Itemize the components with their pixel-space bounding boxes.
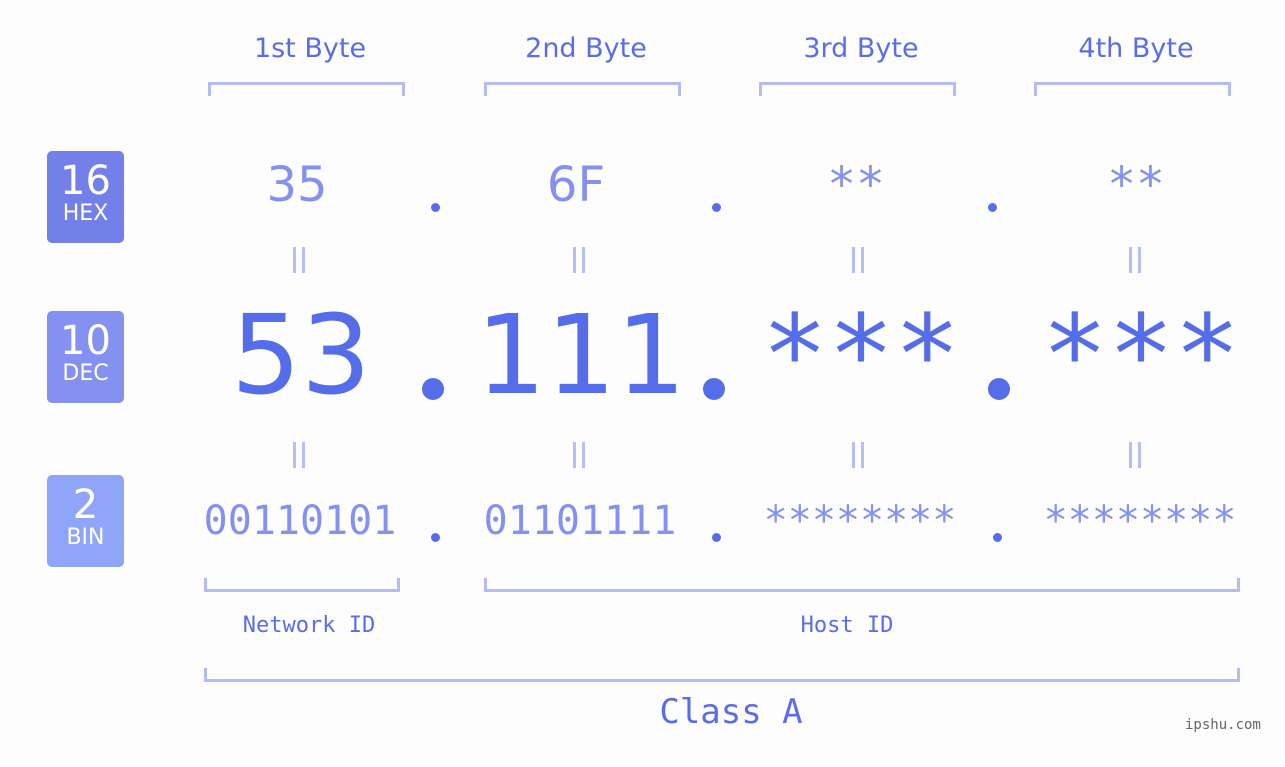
host-id-bracket <box>484 578 1240 592</box>
dec-dot-2 <box>703 378 725 400</box>
equal-icon <box>1127 442 1143 468</box>
byte-header-1: 1st Byte <box>253 33 367 64</box>
bin-dot-3 <box>993 533 1002 542</box>
hex-byte-1: 35 <box>266 157 328 213</box>
dec-badge-number: 10 <box>60 318 111 364</box>
byte-bracket-2 <box>484 82 681 96</box>
bin-dot-1 <box>431 533 440 542</box>
hex-badge-label: HEX <box>62 201 109 226</box>
equal-icon <box>291 247 307 273</box>
bin-byte-1: 00110101 <box>203 498 397 544</box>
bin-badge: 2 BIN <box>47 475 124 567</box>
network-id-label: Network ID <box>242 613 376 638</box>
network-id-bracket <box>204 578 400 592</box>
bin-badge-label: BIN <box>66 525 105 550</box>
bin-dot-2 <box>712 533 721 542</box>
class-label: Class A <box>659 692 803 732</box>
hex-dot-2 <box>712 203 721 212</box>
byte-bracket-4 <box>1034 82 1231 96</box>
equal-icon <box>291 442 307 468</box>
watermark: ipshu.com <box>1185 717 1261 733</box>
equal-icon <box>850 442 866 468</box>
dec-byte-2: 111 <box>476 291 686 419</box>
hex-dot-1 <box>431 203 440 212</box>
dec-dot-3 <box>988 378 1010 400</box>
bin-byte-4: ******** <box>1043 498 1237 544</box>
bin-badge-number: 2 <box>72 482 99 528</box>
byte-bracket-1 <box>208 82 405 96</box>
equal-icon <box>571 442 587 468</box>
bin-byte-2: 01101111 <box>483 498 677 544</box>
hex-byte-4: ** <box>1107 157 1165 213</box>
host-id-label: Host ID <box>800 613 894 638</box>
dec-dot-1 <box>422 378 444 400</box>
hex-byte-3: ** <box>827 157 885 213</box>
equal-icon <box>850 247 866 273</box>
hex-badge: 16 HEX <box>47 151 124 243</box>
byte-bracket-3 <box>759 82 956 96</box>
hex-dot-3 <box>988 203 997 212</box>
equal-icon <box>571 247 587 273</box>
byte-header-2: 2nd Byte <box>525 33 647 64</box>
equal-icon <box>1127 247 1143 273</box>
hex-byte-2: 6F <box>546 157 606 213</box>
dec-byte-4: *** <box>1041 291 1241 419</box>
dec-byte-3: *** <box>761 291 961 419</box>
byte-header-3: 3rd Byte <box>803 33 919 64</box>
hex-badge-number: 16 <box>60 158 111 204</box>
dec-badge: 10 DEC <box>47 311 124 403</box>
class-bracket <box>204 668 1240 682</box>
dec-byte-1: 53 <box>231 291 371 419</box>
byte-header-4: 4th Byte <box>1078 33 1194 64</box>
bin-byte-3: ******** <box>763 498 957 544</box>
dec-badge-label: DEC <box>62 361 109 386</box>
